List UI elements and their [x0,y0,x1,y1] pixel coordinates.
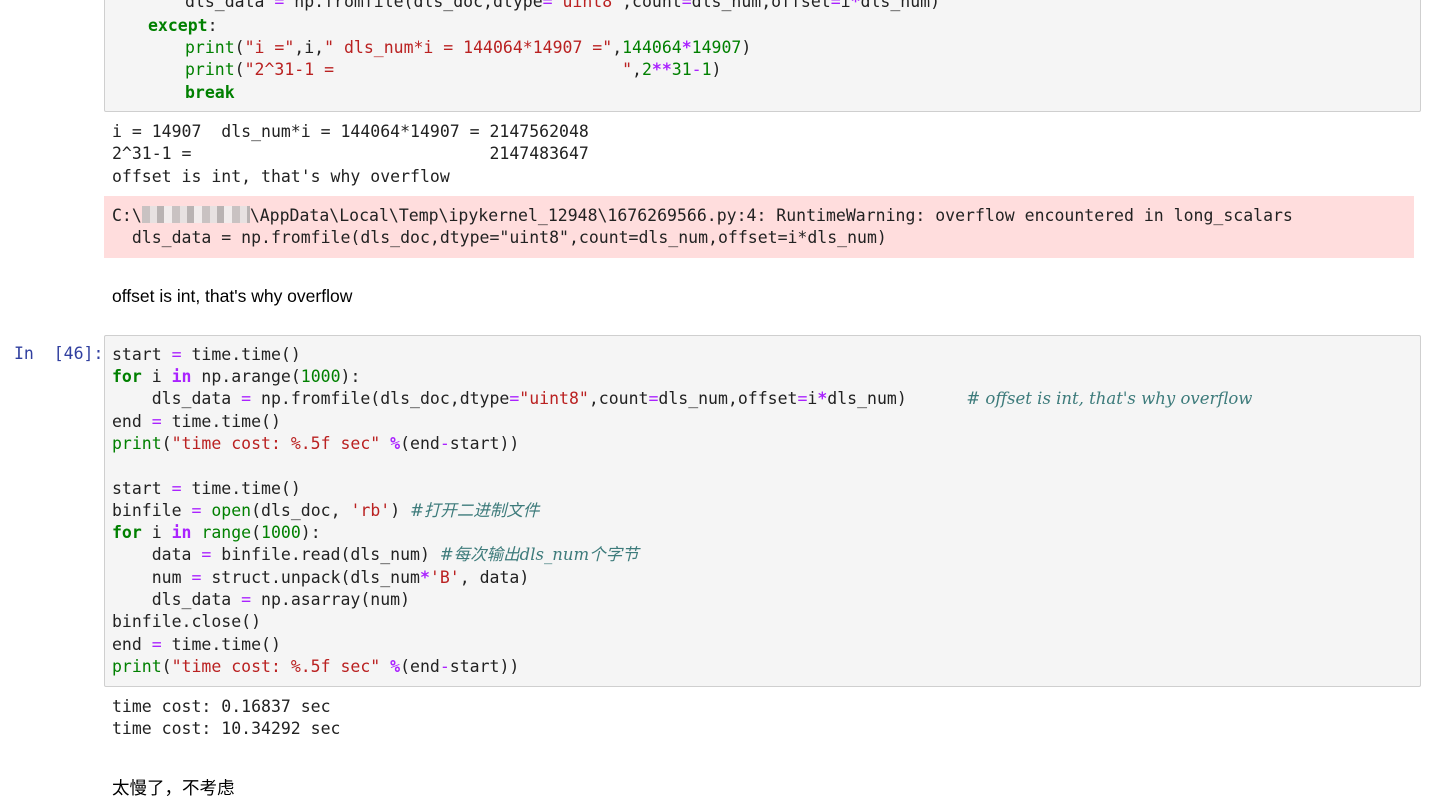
code-line: num = struct.unpack(dls_num*'B', data) [112,568,530,587]
output-line: time cost: 10.34292 sec [112,719,341,738]
output-line: time cost: 0.16837 sec [112,697,331,716]
code-line: end = time.time() [112,635,281,654]
code-line: dls_data = np.fromfile(dls_doc,dtype='ui… [185,0,941,11]
code-cell-top[interactable]: dls_data = np.fromfile(dls_doc,dtype='ui… [104,0,1421,112]
code-line: print("i =",i," dls_num*i = 144064*14907… [185,38,752,57]
code-line: print("time cost: %.5f sec" %(end-start)… [112,434,520,453]
code-line: dls_data = np.fromfile(dls_doc,dtype="ui… [112,389,1253,408]
code-line: print("time cost: %.5f sec" %(end-start)… [112,657,520,676]
output-line: 2^31-1 = 2147483647 [112,144,589,163]
code-line: for i in range(1000): [112,523,321,542]
redacted-username [141,206,250,223]
markdown-text: 太慢了，不考虑 [112,778,235,798]
code-line: start = time.time() [112,479,301,498]
code-line: print("2^31-1 = ",2**31-1) [185,60,722,79]
code-line: dls_data = np.asarray(num) [112,590,411,609]
code-line: binfile = open(dls_doc, 'rb') #打开二进制文件 [112,501,540,520]
cell-prompt: In [46]: [14,344,104,363]
output-line: i = 14907 dls_num*i = 144064*14907 = 214… [112,122,589,141]
code-line: data = binfile.read(dls_num) #每次输出dls_nu… [112,545,639,564]
code-line: break [185,83,235,102]
code-line: end = time.time() [112,412,281,431]
markdown-text: offset is int, that's why overflow [112,286,353,306]
stderr-line: dls_data = np.fromfile(dls_doc,dtype="ui… [112,228,887,247]
code-line: for i in np.arange(1000): [112,367,361,386]
code-line: binfile.close() [112,612,262,631]
stderr-line: C:\ \AppData\Local\Temp\ipykernel_12948\1… [112,206,1293,225]
output-line: offset is int, that's why overflow [112,167,450,186]
stderr-output: C:\ \AppData\Local\Temp\ipykernel_12948\1… [104,196,1414,258]
code-cell-46[interactable]: start = time.time() for i in np.arange(1… [104,335,1421,687]
code-line: start = time.time() [112,345,301,364]
code-line: except: [148,16,218,35]
